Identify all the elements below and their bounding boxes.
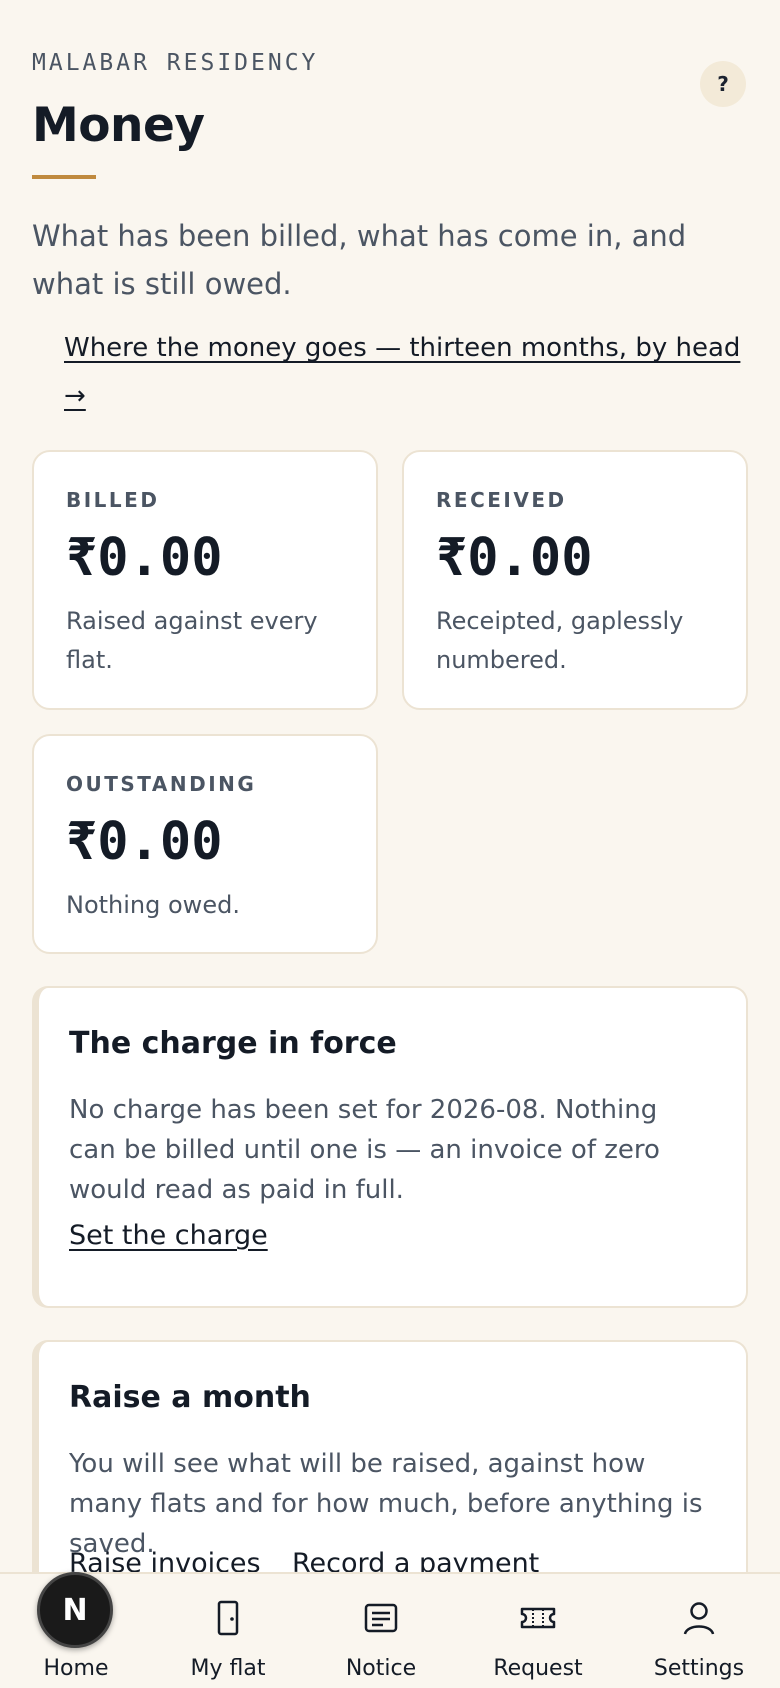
nav-notice-label: Notice [345, 1656, 417, 1681]
page-title: Money [32, 98, 205, 153]
door-icon [217, 1600, 239, 1636]
person-icon [683, 1602, 715, 1635]
page-description: What has been billed, what has come in, … [32, 219, 687, 301]
raise-panel-title: Raise a month [69, 1380, 311, 1415]
raise-panel: Raise a month You will see what will be … [32, 1340, 748, 1572]
record-payment-link[interactable]: Record a payment [292, 1548, 539, 1572]
trend-link[interactable]: Where the money goes — thirteen months, … [64, 324, 744, 420]
nav-request[interactable]: Request [462, 1574, 614, 1688]
nav-my-flat-label: My flat [190, 1656, 266, 1681]
nav-request-label: Request [493, 1656, 583, 1681]
billed-note: Raised against every flat. [66, 607, 318, 674]
nav-notice[interactable]: Notice [305, 1574, 457, 1688]
outstanding-card: OUTSTANDING ₹0.00 Nothing owed. [32, 734, 378, 954]
received-card: RECEIVED ₹0.00 Receipted, gaplessly numb… [402, 450, 748, 710]
nav-home[interactable]: N Home [0, 1572, 152, 1688]
charge-panel-body: No charge has been set for 2026-08. Noth… [69, 1095, 660, 1205]
nav-settings-label: Settings [653, 1656, 745, 1681]
help-button[interactable]: ? [700, 61, 746, 107]
outstanding-amount: ₹0.00 [66, 812, 223, 872]
billed-label: BILLED [66, 488, 160, 512]
money-page: MALABAR RESIDENCY ? Money What has been … [0, 0, 780, 1572]
charge-panel: The charge in force No charge has been s… [32, 986, 748, 1308]
raise-panel-body: You will see what will be raised, agains… [69, 1449, 703, 1559]
billed-card: BILLED ₹0.00 Raised against every flat. [32, 450, 378, 710]
nav-settings[interactable]: Settings [623, 1574, 775, 1688]
received-label: RECEIVED [436, 488, 567, 512]
set-charge-link[interactable]: Set the charge [69, 1220, 268, 1251]
ticket-icon [520, 1607, 556, 1629]
received-note: Receipted, gaplessly numbered. [436, 607, 684, 674]
charge-panel-title: The charge in force [69, 1026, 397, 1061]
home-icon: N [37, 1572, 113, 1648]
nav-my-flat[interactable]: My flat [152, 1574, 304, 1688]
outstanding-note: Nothing owed. [66, 891, 240, 919]
bottom-nav: N Home My flat Notice Request Settings [0, 1572, 780, 1688]
billed-amount: ₹0.00 [66, 528, 223, 588]
received-amount: ₹0.00 [436, 528, 593, 588]
society-name: MALABAR RESIDENCY [32, 50, 319, 76]
nav-home-label: Home [43, 1656, 109, 1681]
outstanding-label: OUTSTANDING [66, 772, 257, 796]
notice-icon [364, 1603, 398, 1633]
raise-invoices-link[interactable]: Raise invoices [69, 1548, 261, 1572]
title-underline [32, 175, 96, 179]
